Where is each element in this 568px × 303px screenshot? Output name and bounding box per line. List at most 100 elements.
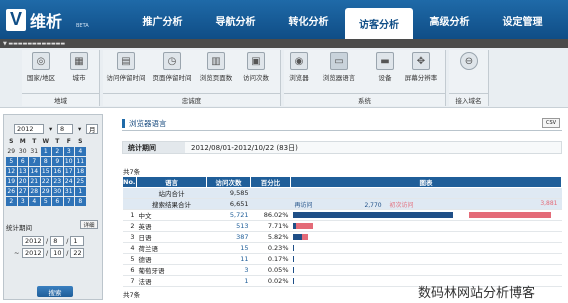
from-year[interactable]: 2012 — [22, 236, 44, 246]
calendar-day[interactable]: 26 — [6, 187, 17, 196]
calendar-day[interactable]: 6 — [17, 157, 28, 166]
tool-pages-viewed[interactable]: ▥ 浏览页面数 — [200, 52, 232, 82]
page-title: 浏览器语言 — [129, 119, 167, 128]
calendar-day[interactable]: 4 — [75, 147, 86, 156]
from-day[interactable]: 1 — [70, 236, 85, 246]
nav-conversion-analysis[interactable]: 转化分析 — [272, 8, 345, 32]
calendar-day[interactable]: 30 — [52, 187, 63, 196]
calendar-day[interactable]: 20 — [17, 177, 28, 186]
csv-export-button[interactable]: CSV — [542, 118, 560, 128]
nav-advanced-analysis[interactable]: 高级分析 — [413, 8, 486, 32]
returning-bar — [292, 234, 302, 240]
calendar-day[interactable]: 1 — [40, 147, 51, 156]
calendar-day[interactable]: 8 — [75, 197, 86, 206]
calendar-day[interactable]: 16 — [52, 167, 63, 176]
calendar-day[interactable]: 6 — [52, 197, 63, 206]
row-language[interactable]: 荷兰语 — [136, 242, 207, 254]
row-percent: 0.05% — [250, 264, 291, 276]
calendar-day[interactable]: 10 — [63, 157, 74, 166]
tool-page-duration[interactable]: ◷ 页面停留时间 — [153, 52, 192, 82]
calendar-day[interactable]: 29 — [6, 147, 17, 156]
nav-visitor-analysis[interactable]: 访客分析 — [345, 8, 413, 39]
row-visits: 5,721 — [206, 209, 251, 221]
row-number: 2 — [122, 220, 137, 232]
calendar-day[interactable]: 30 — [18, 147, 29, 156]
to-day[interactable]: 22 — [70, 248, 85, 258]
language-icon: ▭ — [330, 52, 348, 70]
calendar-day[interactable]: 27 — [17, 187, 28, 196]
tool-browser-language[interactable]: ▭ 浏览器语言 — [323, 52, 355, 82]
row-bar-cell — [290, 264, 562, 276]
collapse-arrow-icon[interactable]: ▼ ▬▬▬▬▬▬▬▬▬▬▬▬ — [3, 41, 65, 47]
calendar-day[interactable]: 17 — [63, 167, 74, 176]
group-loyalty: ▤ 访问停留时间 ◷ 页面停留时间 ▥ 浏览页面数 ▣ 访问次数 忠诚度 — [103, 50, 281, 106]
row-language[interactable]: 日语 — [136, 231, 207, 243]
calendar-day[interactable]: 5 — [6, 157, 17, 166]
calendar-day[interactable]: 22 — [40, 177, 51, 186]
row-language[interactable]: 德语 — [136, 253, 207, 265]
search-button[interactable]: 搜索 — [37, 286, 73, 297]
calendar-day[interactable]: 3 — [63, 147, 74, 156]
nav-navigation-analysis[interactable]: 导航分析 — [199, 8, 272, 32]
to-month[interactable]: 10 — [50, 248, 65, 258]
tool-visit-count[interactable]: ▣ 访问次数 — [243, 52, 269, 82]
tool-browser[interactable]: ◉ 浏览器 — [286, 52, 312, 82]
nav-promo-analysis[interactable]: 推广分析 — [126, 8, 199, 32]
tool-access-domain[interactable]: ⊖ — [456, 52, 482, 70]
group-region: ◎ 国家/地区 ▦ 城市 地域 — [22, 50, 100, 106]
row-language[interactable]: 英语 — [136, 220, 207, 232]
calendar-day[interactable]: 3 — [17, 197, 28, 206]
col-language[interactable]: 语言 — [136, 176, 207, 188]
calendar-day[interactable]: 4 — [29, 197, 40, 206]
calendar-day[interactable]: 9 — [52, 157, 63, 166]
calendar-day[interactable]: 31 — [29, 147, 40, 156]
calendar-day[interactable]: 2 — [6, 197, 17, 206]
tool-screen-resolution[interactable]: ✥ 屏幕分辨率 — [405, 52, 437, 82]
nav-settings[interactable]: 设定管理 — [486, 8, 559, 32]
calendar-day[interactable]: 5 — [40, 197, 51, 206]
row-language[interactable]: 中文 — [136, 209, 207, 221]
row-bar — [292, 234, 560, 240]
main-nav: 推广分析 导航分析 转化分析 访客分析 高级分析 设定管理 — [126, 8, 559, 39]
brand-logo[interactable]: V 维析 BETA — [6, 6, 96, 33]
calendar-day[interactable]: 25 — [75, 177, 86, 186]
tool-city[interactable]: ▦ 城市 — [66, 52, 92, 82]
col-percent[interactable]: 百分比 — [250, 176, 291, 188]
calendar-day[interactable]: 1 — [75, 187, 86, 196]
row-visits: 15 — [206, 242, 251, 254]
year-select[interactable]: 2012 — [14, 124, 44, 134]
col-visits[interactable]: 访问次数 — [206, 176, 251, 188]
calendar-day[interactable]: 8 — [40, 157, 51, 166]
row-language[interactable]: 法语 — [136, 275, 207, 287]
row-bar — [292, 267, 560, 273]
from-month[interactable]: 8 — [50, 236, 65, 246]
calendar-day[interactable]: 23 — [52, 177, 63, 186]
calendar-day[interactable]: 24 — [63, 177, 74, 186]
calendar-day[interactable]: 29 — [40, 187, 51, 196]
calendar-day[interactable]: 11 — [75, 157, 86, 166]
calendar-day[interactable]: 15 — [40, 167, 51, 176]
tool-device[interactable]: ▬ 设备 — [372, 52, 398, 82]
row-language[interactable]: 葡萄牙语 — [136, 264, 207, 276]
month-select[interactable]: 8 — [57, 124, 73, 134]
calendar-day[interactable]: 14 — [29, 167, 40, 176]
date-separator: ~ — [14, 249, 20, 257]
calendar-day[interactable]: 28 — [29, 187, 40, 196]
weekday-header: T — [55, 138, 60, 145]
calendar-day[interactable]: 7 — [63, 197, 74, 206]
to-year[interactable]: 2012 — [22, 248, 44, 258]
calendar-day[interactable]: 13 — [17, 167, 28, 176]
col-no[interactable]: No. — [122, 176, 137, 188]
tool-visit-duration[interactable]: ▤ 访问停留时间 — [107, 52, 146, 82]
row-visits: 11 — [206, 253, 251, 265]
calendar-day[interactable]: 31 — [63, 187, 74, 196]
calendar-day[interactable]: 2 — [52, 147, 63, 156]
calendar-day[interactable]: 19 — [6, 177, 17, 186]
calendar-day[interactable]: 7 — [29, 157, 40, 166]
calendar-day[interactable]: 21 — [29, 177, 40, 186]
tool-country[interactable]: ◎ 国家/地区 — [27, 52, 55, 82]
calendar-day[interactable]: 12 — [6, 167, 17, 176]
first-visit-bar — [295, 223, 314, 229]
detail-button[interactable]: 详细 — [80, 220, 98, 229]
calendar-day[interactable]: 18 — [75, 167, 86, 176]
